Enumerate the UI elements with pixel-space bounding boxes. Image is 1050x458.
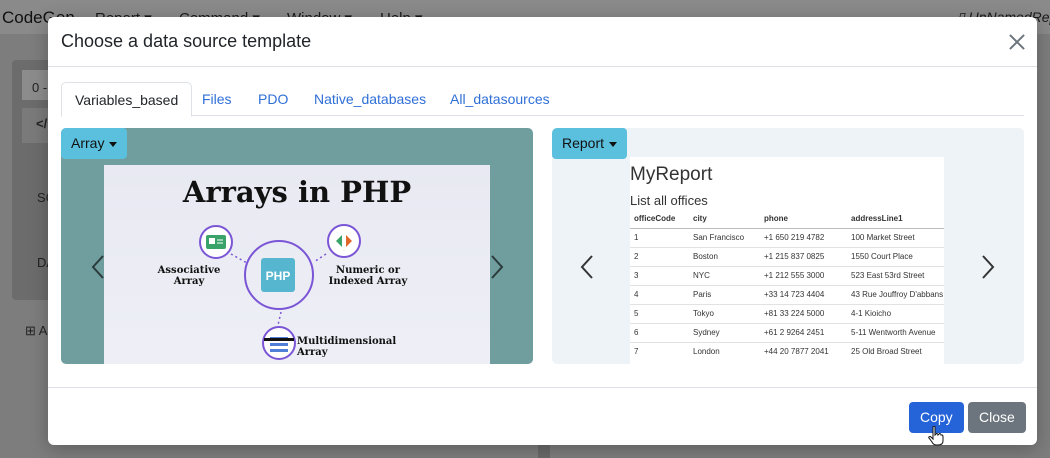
report-template-carousel: MyReport List all offices officeCode cit… bbox=[552, 128, 1024, 364]
modal-title: Choose a data source template bbox=[61, 31, 312, 51]
tab-all-datasources[interactable]: All_datasources bbox=[450, 82, 550, 116]
multidimensional-array-label: Multidimensional Array bbox=[297, 336, 397, 358]
arrays-in-php-image: Arrays in PHP PHP Associative Array Nume… bbox=[104, 165, 490, 364]
report-preview-image: MyReport List all offices officeCode cit… bbox=[630, 157, 944, 364]
table-row: 6 Sydney +61 2 9264 2451 5-11 Wentworth Ave… bbox=[630, 322, 944, 342]
report-table: officeCode city phone addressLine1 1 San … bbox=[630, 209, 944, 361]
caret-down-icon bbox=[109, 141, 118, 147]
table-header-row: officeCode city phone addressLine1 bbox=[630, 209, 944, 229]
tab-files[interactable]: Files bbox=[202, 82, 232, 116]
svg-text:PHP: PHP bbox=[266, 269, 291, 283]
table-row: 1 San Francisco +1 650 219 4782 100 Market … bbox=[630, 227, 944, 247]
table-row: 7 London +44 20 7877 2041 25 Old Broad Stre… bbox=[630, 341, 944, 361]
template-tabs: Variables_based Files PDO Native_databas… bbox=[61, 82, 1024, 117]
background-text: 0 - bbox=[32, 80, 48, 95]
column-header: city bbox=[689, 209, 760, 229]
report-subtitle: List all offices bbox=[630, 193, 708, 208]
close-button[interactable]: Close bbox=[968, 402, 1026, 433]
report-title: MyReport bbox=[630, 164, 713, 185]
table-row: 2 Boston +1 215 837 0825 1550 Court Place bbox=[630, 246, 944, 266]
table-row: 5 Tokyo +81 33 224 5000 4-1 Kioicho bbox=[630, 303, 944, 323]
tab-pdo[interactable]: PDO bbox=[258, 82, 288, 116]
array-dropdown-button[interactable]: Array bbox=[61, 128, 128, 159]
report-dropdown-button[interactable]: Report bbox=[552, 128, 628, 159]
modal-header: Choose a data source template bbox=[48, 17, 1037, 67]
hand-cursor-icon bbox=[928, 426, 944, 446]
tab-native-databases[interactable]: Native_databases bbox=[314, 82, 426, 116]
caret-down-icon bbox=[609, 141, 618, 147]
column-header: phone bbox=[760, 209, 847, 229]
table-row: 4 Paris +33 14 723 4404 43 Rue Jouffroy D'a… bbox=[630, 284, 944, 304]
carousel-prev-icon[interactable] bbox=[89, 254, 107, 280]
carousel-next-icon[interactable] bbox=[979, 254, 997, 280]
modal-footer: Copy Close bbox=[48, 387, 1037, 445]
carousel-next-icon[interactable] bbox=[488, 254, 506, 280]
column-header: officeCode bbox=[630, 209, 689, 229]
array-template-carousel: Arrays in PHP PHP Associative Array Nume… bbox=[61, 128, 533, 364]
background-text: ⊞ A bbox=[25, 323, 48, 338]
indexed-array-label: Numeric or Indexed Array bbox=[328, 265, 408, 287]
column-header: addressLine1 bbox=[847, 209, 944, 229]
associative-array-label: Associative Array bbox=[157, 265, 221, 287]
table-row: 3 NYC +1 212 555 3000 523 East 53rd Street bbox=[630, 265, 944, 285]
tab-variables-based[interactable]: Variables_based bbox=[61, 82, 193, 117]
datasource-template-modal: Choose a data source template Variables_… bbox=[48, 17, 1037, 446]
background-text: </ bbox=[36, 116, 48, 131]
carousel-prev-icon[interactable] bbox=[578, 254, 596, 280]
close-icon[interactable] bbox=[1006, 31, 1028, 53]
